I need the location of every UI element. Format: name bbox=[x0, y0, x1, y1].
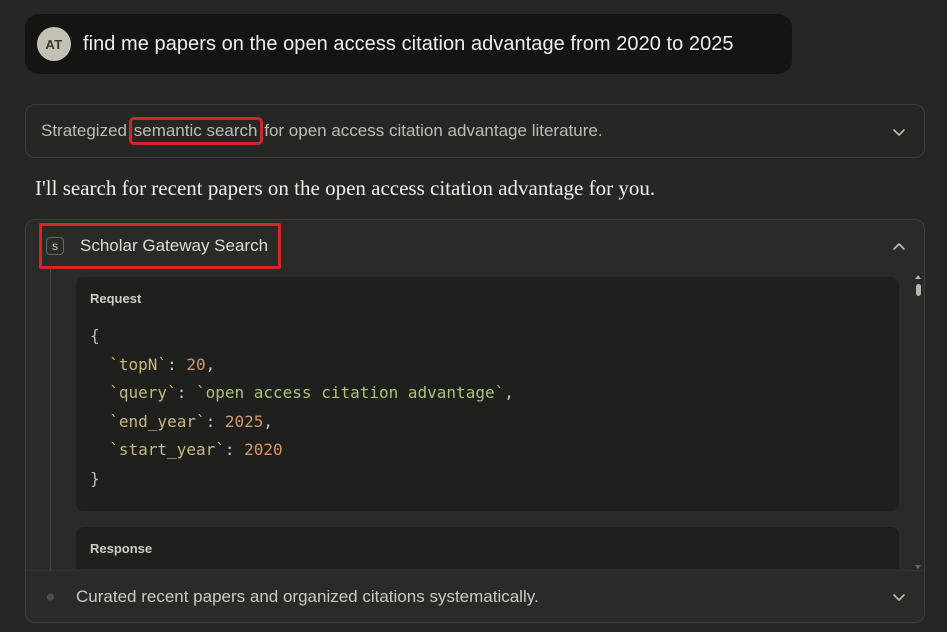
assistant-message: I'll search for recent papers on the ope… bbox=[35, 176, 656, 200]
chevron-down-icon[interactable] bbox=[892, 124, 906, 138]
tool-footer-toggle[interactable]: Curated recent papers and organized cita… bbox=[26, 570, 924, 622]
param-key-start-year: `start_year` bbox=[109, 440, 225, 459]
scrollbar[interactable] bbox=[914, 274, 922, 570]
chevron-up-icon[interactable] bbox=[892, 240, 906, 254]
tool-call-panel: S Scholar Gateway Search Request { `topN… bbox=[25, 219, 925, 623]
param-value-end-year: 2025 bbox=[224, 411, 264, 431]
param-value-start-year: 2020 bbox=[244, 440, 283, 459]
scroll-up-arrow-icon[interactable] bbox=[915, 274, 921, 280]
tool-header-toggle[interactable]: S Scholar Gateway Search bbox=[39, 223, 282, 269]
request-card: Request { `topN`: 20, `query`: `open acc… bbox=[76, 277, 899, 511]
scrollbar-thumb[interactable] bbox=[916, 284, 921, 296]
user-message-bubble: AT find me papers on the open access cit… bbox=[25, 14, 792, 74]
thought-suffix: for open access citation advantage liter… bbox=[259, 121, 603, 140]
param-value-query: `open access citation advantage` bbox=[195, 383, 505, 402]
response-label: Response bbox=[90, 541, 153, 556]
param-key-topn: `topN` bbox=[109, 354, 168, 374]
param-key-query: `query` bbox=[109, 383, 177, 402]
tool-badge-icon: S bbox=[46, 237, 64, 255]
response-card: Response bbox=[76, 527, 899, 569]
timeline-line bbox=[50, 268, 51, 578]
thought-prefix: Strategized bbox=[41, 121, 132, 140]
tool-title: Scholar Gateway Search bbox=[80, 236, 269, 255]
chevron-down-icon[interactable] bbox=[892, 590, 906, 604]
thought-summary-toggle[interactable]: Strategized semantic search for open acc… bbox=[25, 104, 925, 158]
highlighted-semantic-search: semantic search bbox=[128, 117, 263, 145]
tool-details-scroll-area[interactable]: Request { `topN`: 20, `query`: `open acc… bbox=[76, 277, 899, 569]
request-label: Request bbox=[90, 291, 142, 306]
param-key-end-year: `end_year` bbox=[109, 411, 206, 431]
tool-footer-text: Curated recent papers and organized cita… bbox=[76, 587, 539, 606]
user-avatar: AT bbox=[37, 27, 71, 61]
request-code: { `topN`: 20, `query`: `open access cita… bbox=[90, 326, 514, 488]
user-message-text: find me papers on the open access citati… bbox=[83, 32, 734, 55]
param-value-topn: 20 bbox=[186, 354, 206, 374]
timeline-dot-icon bbox=[47, 593, 54, 601]
